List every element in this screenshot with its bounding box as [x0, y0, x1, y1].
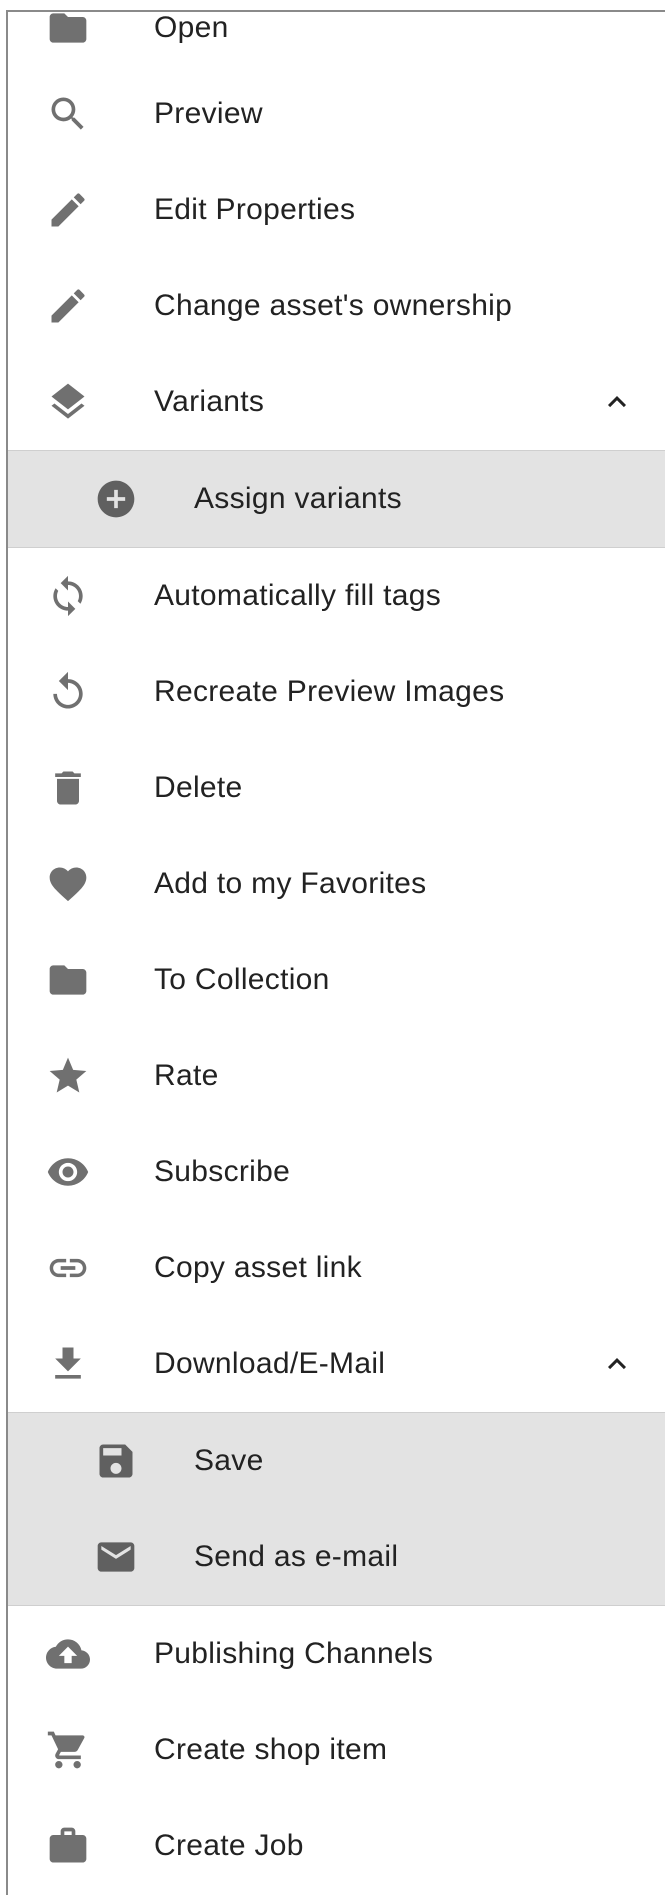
- menu-item-rate[interactable]: Rate: [8, 1028, 665, 1124]
- menu-item-label: Delete: [154, 771, 243, 804]
- download-submenu: Save Send as e-mail: [8, 1412, 665, 1606]
- menu-item-label: Copy asset link: [154, 1251, 362, 1284]
- menu-item-label: To Collection: [154, 963, 330, 996]
- chevron-up-icon[interactable]: [599, 384, 635, 420]
- trash-icon: [46, 766, 90, 810]
- menu-item-change-ownership[interactable]: Change asset's ownership: [8, 258, 665, 354]
- add-circle-icon: [94, 477, 138, 521]
- menu-item-label: Recreate Preview Images: [154, 675, 505, 708]
- menu-item-save[interactable]: Save: [8, 1413, 665, 1509]
- folder-icon: [46, 6, 90, 50]
- menu-item-subscribe[interactable]: Subscribe: [8, 1124, 665, 1220]
- menu-item-label: Create Job: [154, 1829, 304, 1862]
- menu-item-label: Save: [194, 1444, 264, 1477]
- search-icon: [46, 92, 90, 136]
- action-menu-panel: Open Preview Edit Properties Change asse…: [6, 10, 665, 1895]
- menu-item-label: Automatically fill tags: [154, 579, 442, 612]
- menu-item-label: Edit Properties: [154, 193, 356, 226]
- cart-icon: [46, 1728, 90, 1772]
- menu-item-open[interactable]: Open: [8, 0, 665, 66]
- sync-icon: [46, 574, 90, 618]
- layers-icon: [46, 380, 90, 424]
- menu-item-publishing-channels[interactable]: Publishing Channels: [8, 1606, 665, 1702]
- menu-item-edit-properties[interactable]: Edit Properties: [8, 162, 665, 258]
- menu-item-label: Create shop item: [154, 1733, 388, 1766]
- menu-item-label: Add to my Favorites: [154, 867, 427, 900]
- chevron-up-icon[interactable]: [599, 1346, 635, 1382]
- eye-icon: [46, 1150, 90, 1194]
- floppy-disk-icon: [94, 1439, 138, 1483]
- heart-icon: [46, 862, 90, 906]
- menu-item-label: Publishing Channels: [154, 1637, 434, 1670]
- menu-item-create-shop-item[interactable]: Create shop item: [8, 1702, 665, 1798]
- menu-item-variants[interactable]: Variants: [8, 354, 665, 450]
- menu-item-label: Open: [154, 11, 229, 44]
- folder-icon: [46, 958, 90, 1002]
- menu-item-recreate-preview[interactable]: Recreate Preview Images: [8, 644, 665, 740]
- menu-item-assign-variants[interactable]: Assign variants: [8, 451, 665, 547]
- menu-item-create-job[interactable]: Create Job: [8, 1798, 665, 1894]
- replay-icon: [46, 670, 90, 714]
- pencil-icon: [46, 188, 90, 232]
- action-menu: Open Preview Edit Properties Change asse…: [8, 11, 665, 1894]
- mail-icon: [94, 1535, 138, 1579]
- link-icon: [46, 1246, 90, 1290]
- download-icon: [46, 1342, 90, 1386]
- variants-submenu: Assign variants: [8, 450, 665, 548]
- menu-item-add-favorites[interactable]: Add to my Favorites: [8, 836, 665, 932]
- cloud-upload-icon: [46, 1632, 90, 1676]
- menu-item-auto-fill-tags[interactable]: Automatically fill tags: [8, 548, 665, 644]
- menu-item-label: Rate: [154, 1059, 219, 1092]
- menu-item-label: Subscribe: [154, 1155, 291, 1188]
- menu-item-label: Variants: [154, 385, 265, 418]
- menu-item-label: Assign variants: [194, 482, 402, 515]
- menu-item-send-email[interactable]: Send as e-mail: [8, 1509, 665, 1605]
- menu-item-label: Download/E-Mail: [154, 1347, 386, 1380]
- pencil-icon: [46, 284, 90, 328]
- menu-item-label: Change asset's ownership: [154, 289, 513, 322]
- menu-item-copy-link[interactable]: Copy asset link: [8, 1220, 665, 1316]
- menu-item-preview[interactable]: Preview: [8, 66, 665, 162]
- star-icon: [46, 1054, 90, 1098]
- briefcase-icon: [46, 1824, 90, 1868]
- menu-item-label: Send as e-mail: [194, 1540, 399, 1573]
- menu-item-download-email[interactable]: Download/E-Mail: [8, 1316, 665, 1412]
- menu-item-to-collection[interactable]: To Collection: [8, 932, 665, 1028]
- menu-item-label: Preview: [154, 97, 263, 130]
- menu-item-delete[interactable]: Delete: [8, 740, 665, 836]
